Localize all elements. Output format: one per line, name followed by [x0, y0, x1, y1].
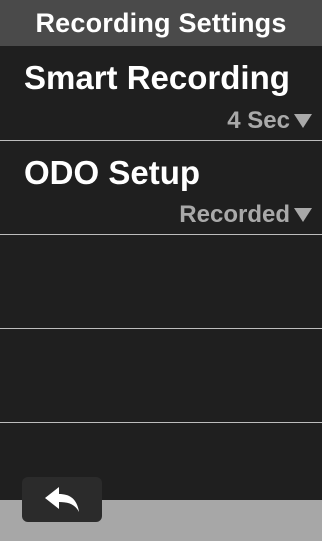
- empty-setting-row: [0, 235, 322, 329]
- smart-recording-value-text: 4 Sec: [227, 107, 290, 134]
- smart-recording-label: Smart Recording: [24, 59, 290, 96]
- back-button[interactable]: [22, 477, 102, 522]
- smart-recording-value[interactable]: 4 Sec: [227, 109, 312, 133]
- dropdown-triangle-icon: [294, 114, 312, 128]
- page-title-text: Recording Settings: [35, 7, 287, 38]
- setting-row-odo-setup[interactable]: ODO Setup Recorded: [0, 141, 322, 235]
- dropdown-triangle-icon: [294, 208, 312, 222]
- odo-setup-value-text: Recorded: [179, 201, 290, 228]
- empty-setting-row: [0, 329, 322, 423]
- recording-settings-screen: Recording Settings Smart Recording 4 Sec…: [0, 0, 322, 541]
- back-arrow-icon: [45, 486, 79, 512]
- odo-setup-label: ODO Setup: [24, 154, 201, 191]
- page-title: Recording Settings: [0, 0, 322, 46]
- setting-row-smart-recording[interactable]: Smart Recording 4 Sec: [0, 46, 322, 141]
- odo-setup-value[interactable]: Recorded: [179, 203, 312, 227]
